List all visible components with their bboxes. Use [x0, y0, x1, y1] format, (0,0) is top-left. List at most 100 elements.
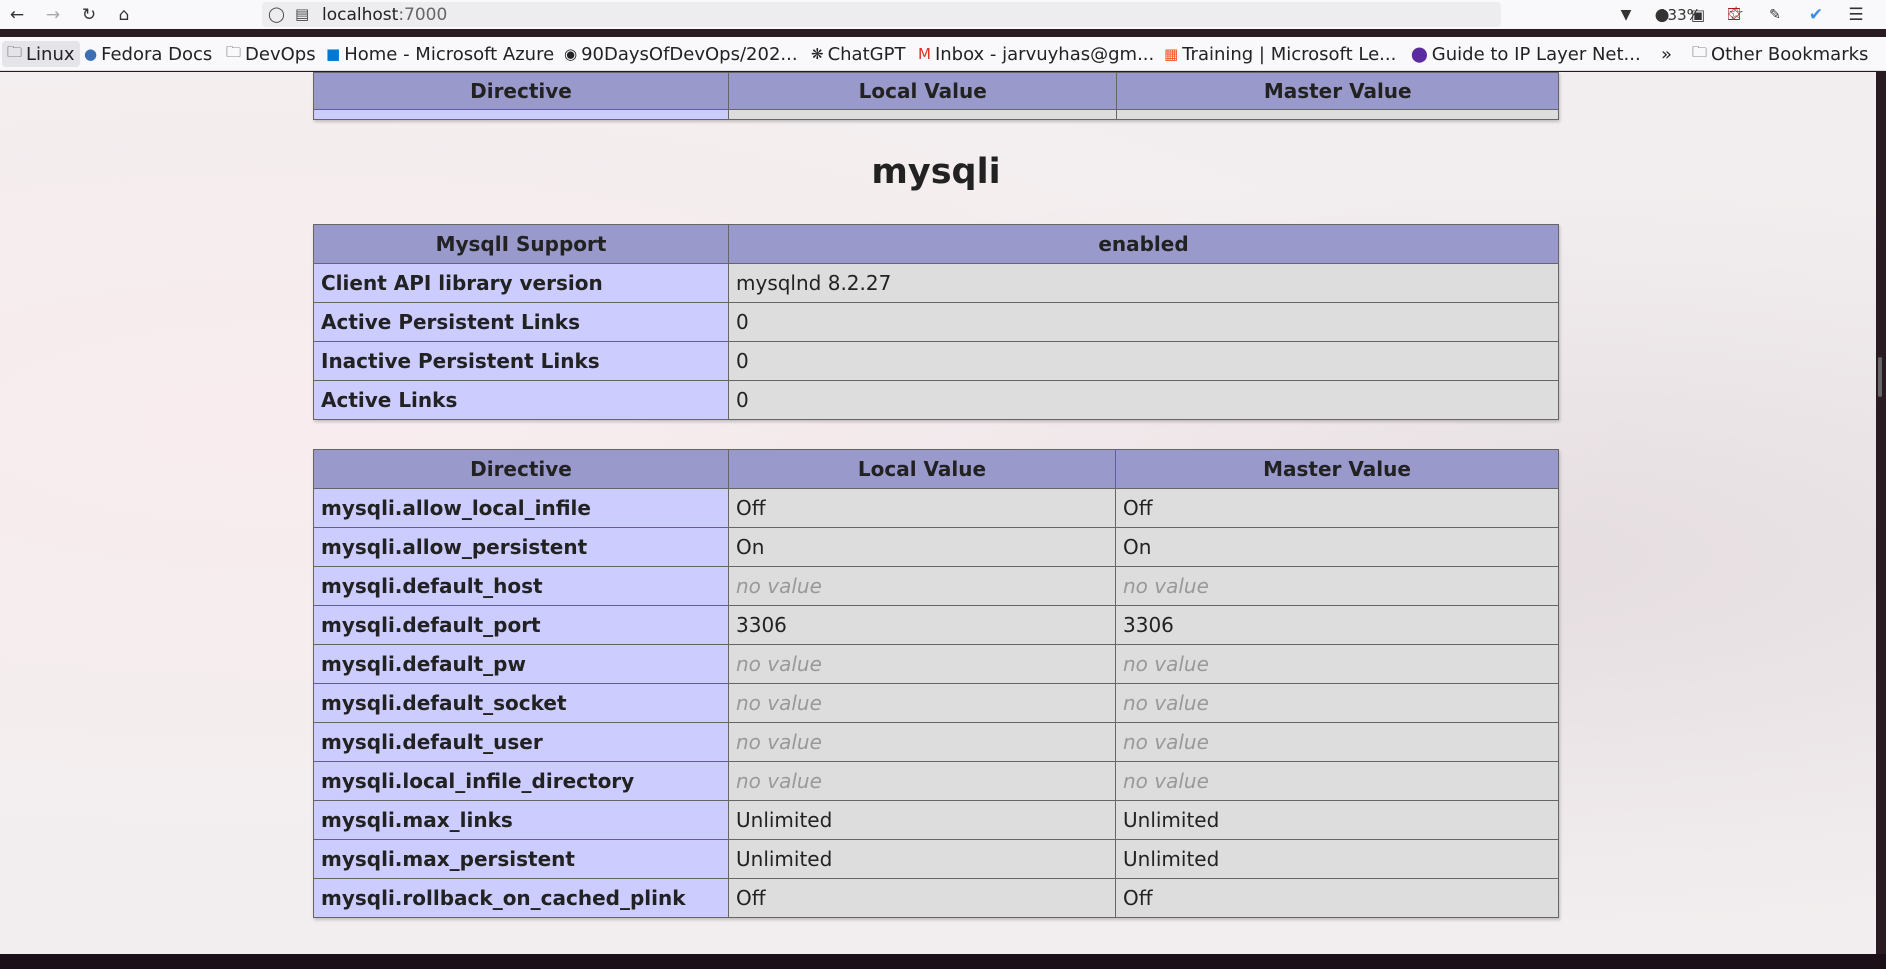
mysqli-support-table: MysqlI Support enabled Client API librar… [313, 224, 1559, 420]
url-text[interactable]: localhost:7000 [322, 5, 447, 25]
table-row: mysqli.allow_local_infile Off Off [313, 488, 1559, 528]
table-row: Active Persistent Links 0 [313, 302, 1559, 342]
home-icon[interactable]: ⌂ [111, 3, 137, 27]
local-value: no value [728, 644, 1116, 684]
bookmark-90daysofdevops[interactable]: ◉ 90DaysOfDevOps/202... [564, 41, 798, 67]
setting-value: mysqlnd 8.2.27 [728, 263, 1559, 303]
master-value: no value [1115, 761, 1559, 801]
table-header-row: MysqlI Support enabled [313, 224, 1559, 264]
github-icon: ◉ [564, 45, 578, 63]
table-header-row: Directive Local Value Master Value [313, 72, 1559, 110]
azure-icon: ■ [326, 45, 341, 63]
local-value: no value [728, 566, 1116, 606]
extension-icon[interactable]: ● [1649, 3, 1675, 27]
column-header: Local Value [728, 449, 1116, 489]
bookmark-chatgpt[interactable]: ❋ ChatGPT [811, 41, 905, 67]
microsoft-icon: ▦ [1164, 45, 1179, 63]
table-row: mysqli.allow_persistent On On [313, 527, 1559, 567]
master-value: Unlimited [1115, 800, 1559, 840]
addon-icon[interactable]: ✎ [1762, 3, 1788, 27]
column-header: Directive [313, 449, 729, 489]
no-value-text: no value [1123, 691, 1209, 715]
column-header: MysqlI Support [313, 224, 729, 264]
directive-name: mysqli.max_links [313, 800, 729, 840]
directive-name: mysqli.max_persistent [313, 839, 729, 879]
table-row: mysqli.default_socket no value no value [313, 683, 1559, 723]
menu-icon[interactable]: ☰ [1843, 3, 1869, 27]
bookmark-linux[interactable]: 🗀 Linux [2, 41, 80, 67]
scrollbar-thumb[interactable] [1878, 357, 1882, 397]
table-row [313, 109, 1559, 120]
column-header: Master Value [1116, 72, 1559, 110]
bookmark-label: Inbox - jarvuyhas@gm... [934, 43, 1155, 65]
reload-icon[interactable]: ↻ [76, 3, 102, 27]
no-value-text: no value [736, 574, 822, 598]
pocket-icon[interactable]: ▼ [1613, 3, 1639, 27]
table-row: mysqli.default_host no value no value [313, 566, 1559, 606]
column-header: Local Value [727, 72, 1118, 110]
browser-window: ← → ↻ ⌂ ◯ ▤ localhost:7000 133% ☆ ▼ ● ▣ … [0, 0, 1886, 969]
bookmark-inbox[interactable]: M Inbox - jarvuyhas@gm... [918, 41, 1154, 67]
bookmark-label: Training | Microsoft Le... [1182, 43, 1397, 65]
table-row: mysqli.max_links Unlimited Unlimited [313, 800, 1559, 840]
directive-name: mysqli.default_host [313, 566, 729, 606]
bookmark-label: Linux [26, 43, 75, 65]
bookmark-label: Home - Microsoft Azure [344, 43, 555, 65]
forward-icon[interactable]: → [40, 3, 66, 27]
ublock-icon[interactable]: ⛋ [1721, 3, 1747, 27]
gmail-icon: M [918, 45, 931, 63]
no-value-text: no value [736, 691, 822, 715]
setting-name: Active Persistent Links [313, 302, 729, 342]
directive-name: mysqli.allow_local_infile [313, 488, 729, 528]
openai-icon: ❋ [811, 45, 824, 63]
bookmark-training[interactable]: ▦ Training | Microsoft Le... [1164, 41, 1396, 67]
table-row: mysqli.default_pw no value no value [313, 644, 1559, 684]
value-cell [727, 109, 1118, 120]
master-value: 3306 [1115, 605, 1559, 645]
folder-icon: 🗀 [7, 42, 23, 61]
directive-name: mysqli.default_user [313, 722, 729, 762]
bookmark-guide-ip[interactable]: ⬤ Guide to IP Layer Net... [1411, 41, 1641, 67]
url-host: localhost [322, 5, 399, 25]
shield-icon[interactable]: ◯ [268, 5, 285, 23]
folder-icon: 🗀 [226, 42, 242, 61]
circle-icon: ⬤ [1411, 45, 1428, 63]
table-row: Active Links 0 [313, 380, 1559, 420]
directive-rows: mysqli.allow_local_infile Off Off mysqli.al… [313, 488, 1559, 918]
table-row: Inactive Persistent Links 0 [313, 341, 1559, 381]
bookmark-devops[interactable]: 🗀 DevOps [226, 41, 316, 67]
mysqli-directive-table: Directive Local Value Master Value mysql… [313, 449, 1559, 918]
local-value: 3306 [728, 605, 1116, 645]
setting-value: 0 [728, 341, 1559, 381]
bookmark-azure[interactable]: ■ Home - Microsoft Azure [326, 41, 554, 67]
url-bar[interactable]: ◯ ▤ localhost:7000 133% ☆ [262, 2, 1744, 27]
directive-name: mysqli.default_socket [313, 683, 729, 723]
bookmarks-overflow-icon[interactable]: » [1661, 41, 1672, 67]
vertical-scrollbar[interactable] [1876, 72, 1886, 954]
setting-name: Active Links [313, 380, 729, 420]
setting-name: Client API library version [313, 263, 729, 303]
table-row: mysqli.max_persistent Unlimited Unlimited [313, 839, 1559, 879]
setting-value: 0 [728, 380, 1559, 420]
addon-check-icon[interactable]: ✔ [1803, 3, 1829, 27]
page-content[interactable]: Directive Local Value Master Value mysql… [0, 72, 1876, 954]
page-info-icon[interactable]: ▤ [295, 5, 309, 23]
local-value: no value [728, 722, 1116, 762]
directive-name: mysqli.allow_persistent [313, 527, 729, 567]
extensions-icon[interactable]: ▣ [1685, 3, 1711, 27]
local-value: Unlimited [728, 839, 1116, 879]
no-value-text: no value [736, 652, 822, 676]
no-value-text: no value [736, 769, 822, 793]
bookmark-label: ChatGPT [827, 43, 906, 65]
bookmark-fedora-docs[interactable]: ● Fedora Docs [84, 41, 212, 67]
directive-name: mysqli.default_pw [313, 644, 729, 684]
bookmark-label: Other Bookmarks [1711, 43, 1869, 65]
table-header-row: Directive Local Value Master Value [313, 449, 1559, 489]
master-value: Unlimited [1115, 839, 1559, 879]
back-icon[interactable]: ← [4, 3, 30, 27]
local-value: Unlimited [728, 800, 1116, 840]
setting-value: 0 [728, 302, 1559, 342]
bookmark-other[interactable]: 🗀 Other Bookmarks [1692, 41, 1868, 67]
no-value-text: no value [1123, 769, 1209, 793]
no-value-text: no value [1123, 652, 1209, 676]
